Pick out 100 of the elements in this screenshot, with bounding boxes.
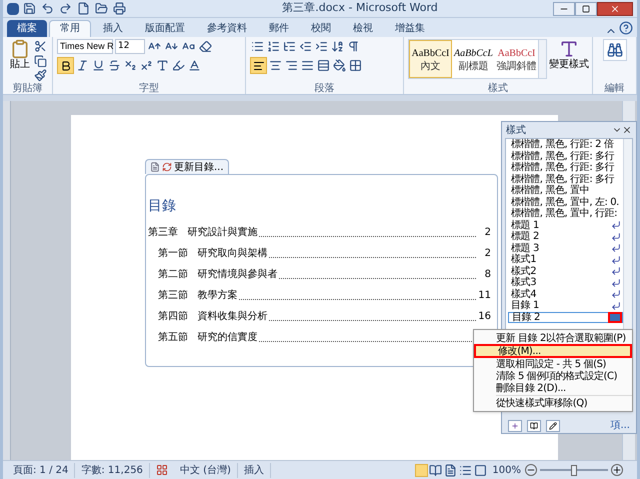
style-list-item[interactable]: 目錄 2 bbox=[508, 312, 623, 323]
file-tab[interactable]: 檔案 bbox=[7, 20, 47, 37]
menu-item[interactable]: 修改(M)... bbox=[474, 344, 632, 358]
refresh-icon bbox=[162, 162, 172, 172]
style-dropdown-button[interactable] bbox=[608, 312, 622, 323]
style-list-item[interactable]: 標題 2 bbox=[508, 231, 623, 242]
justify-icon[interactable] bbox=[301, 59, 314, 72]
style-list-item[interactable]: 目錄 1 bbox=[508, 300, 623, 312]
language-status[interactable]: 中文 (台灣) bbox=[174, 462, 238, 478]
close-icon[interactable] bbox=[610, 4, 620, 14]
print-icon[interactable] bbox=[113, 2, 126, 15]
align-center-icon[interactable] bbox=[269, 59, 282, 72]
strikethrough-icon[interactable] bbox=[108, 59, 121, 72]
menu-item[interactable]: 更新 目錄 2以符合選取範圍(P) bbox=[474, 332, 632, 344]
style-list-item[interactable]: 標楷體, 黑色, 行距: 多行 bbox=[508, 162, 623, 174]
style-list-item[interactable]: 樣式1 bbox=[508, 254, 623, 266]
multilevel-list-icon[interactable] bbox=[283, 40, 296, 53]
folder-icon[interactable] bbox=[95, 2, 108, 15]
save-icon[interactable] bbox=[23, 2, 36, 15]
align-right-icon[interactable] bbox=[285, 59, 298, 72]
reading-view-icon[interactable] bbox=[429, 464, 442, 476]
style-gallery-item[interactable]: AaBbCcI 強調斜體 bbox=[495, 40, 538, 78]
bullets-icon[interactable] bbox=[251, 40, 264, 53]
toc-page-number: 8 bbox=[484, 268, 491, 282]
ribbon-tab[interactable]: 版面配置 bbox=[135, 20, 195, 37]
toc-page-number: 2 bbox=[484, 247, 491, 261]
toc-entry-text: 第二節 研究情境與參與者 bbox=[158, 268, 278, 282]
numbering-icon[interactable] bbox=[267, 40, 280, 53]
sort-icon[interactable] bbox=[331, 40, 344, 53]
word-count[interactable]: 字數: 11,256 bbox=[75, 462, 150, 478]
pencil-icon[interactable] bbox=[549, 422, 557, 430]
find-icon[interactable] bbox=[606, 42, 622, 58]
superscript-icon[interactable] bbox=[140, 59, 153, 72]
zoom-level[interactable]: 100% bbox=[492, 462, 521, 478]
toc-entry-text: 第四節 資料收集與分析 bbox=[158, 310, 268, 324]
style-list-item[interactable]: 標楷體, 黑色, 行距: 多行 bbox=[508, 174, 623, 185]
format-painter-icon[interactable] bbox=[34, 69, 47, 82]
style-list-item[interactable]: 標題 3 bbox=[508, 242, 623, 254]
style-gallery-item[interactable]: AaBbCcL 副標題 bbox=[452, 40, 495, 78]
menu-item[interactable]: 選取相同設定 - 共 5 個(S) bbox=[474, 358, 632, 370]
ribbon-tab[interactable]: 檢視 bbox=[343, 20, 383, 37]
document-icon bbox=[150, 162, 160, 172]
options-link[interactable]: 項... bbox=[610, 420, 630, 432]
style-list-item[interactable]: 樣式2 bbox=[508, 266, 623, 277]
zoom-slider-thumb[interactable] bbox=[571, 464, 577, 476]
clear-format-icon[interactable] bbox=[199, 40, 212, 53]
cut-icon[interactable] bbox=[34, 40, 47, 53]
style-list-item[interactable]: 樣式3 bbox=[508, 277, 623, 288]
redo-icon[interactable] bbox=[59, 2, 72, 15]
gallery-scrollbar[interactable] bbox=[538, 40, 546, 78]
highlighter-icon[interactable] bbox=[172, 59, 185, 72]
update-toc-button[interactable]: 更新目錄... bbox=[145, 159, 229, 174]
style-list-item[interactable]: 標楷體, 黑色, 置中, 行距: bbox=[508, 208, 623, 220]
decrease-indent-icon[interactable] bbox=[299, 40, 312, 53]
style-list-item[interactable]: 標題 1 bbox=[508, 220, 623, 231]
italic-icon[interactable] bbox=[76, 59, 89, 72]
ribbon-tab[interactable]: 郵件 bbox=[259, 20, 299, 37]
zoom-slider[interactable] bbox=[540, 464, 608, 476]
close-icon[interactable] bbox=[622, 125, 632, 135]
insert-mode[interactable]: 插入 bbox=[238, 462, 271, 478]
undo-icon[interactable] bbox=[41, 2, 54, 15]
maximize-icon[interactable] bbox=[582, 4, 590, 12]
group-label: 樣式 bbox=[487, 83, 509, 94]
copy-icon[interactable] bbox=[34, 54, 47, 68]
outline-view-icon[interactable] bbox=[459, 464, 472, 476]
shading-icon[interactable] bbox=[333, 59, 346, 72]
toc-entry-text: 第三節 教學方案 bbox=[158, 288, 238, 303]
style-list-item[interactable]: 標楷體, 黑色, 行距: 2 倍 bbox=[508, 139, 623, 150]
group-label: 段落 bbox=[314, 83, 336, 94]
bold-icon[interactable] bbox=[60, 60, 72, 72]
ribbon-tab[interactable]: 插入 bbox=[93, 20, 133, 37]
paste-button[interactable]: 貼上 bbox=[7, 39, 33, 83]
font-name-field[interactable]: Times New R bbox=[57, 39, 113, 54]
toc-entry-text: 第一節 研究取向與架構 bbox=[158, 246, 268, 261]
style-list-item[interactable]: 標楷體, 黑色, 行距: 多行 bbox=[508, 150, 623, 162]
new-style-icon[interactable] bbox=[511, 422, 519, 430]
align-left-icon[interactable] bbox=[252, 60, 264, 72]
subscript-icon[interactable] bbox=[124, 59, 137, 72]
ribbon-tab[interactable]: 校閱 bbox=[301, 20, 341, 37]
style-list-item[interactable]: 樣式4 bbox=[508, 288, 623, 300]
style-gallery-item[interactable]: AaBbCcI 內文 bbox=[409, 40, 452, 78]
change-styles-button[interactable]: 變更樣式 bbox=[549, 39, 589, 83]
ribbon-tab[interactable]: 參考資料 bbox=[197, 20, 257, 37]
font-color-icon[interactable] bbox=[188, 59, 201, 72]
ribbon-tab[interactable]: 常用 bbox=[49, 20, 91, 37]
menu-item[interactable]: 刪除目錄 2(D)... bbox=[474, 382, 632, 394]
style-list-item[interactable]: 標楷體, 黑色, 置中, 左: 0. bbox=[508, 196, 623, 208]
borders-icon[interactable] bbox=[349, 59, 362, 72]
menu-item[interactable]: 清除 5 個例項的格式設定(C) bbox=[474, 370, 632, 382]
menu-item[interactable]: 從快速樣式庫移除(Q) bbox=[474, 397, 632, 409]
page-count[interactable]: 頁面: 1 / 24 bbox=[7, 462, 76, 478]
style-list-item[interactable]: 標楷體, 黑色, 置中 bbox=[508, 185, 623, 196]
underline-icon[interactable] bbox=[92, 59, 105, 72]
pilcrow-icon[interactable] bbox=[347, 40, 360, 53]
letters-icon bbox=[559, 39, 579, 59]
increase-indent-icon[interactable] bbox=[315, 40, 328, 53]
zoom-out-icon bbox=[525, 464, 537, 476]
new-document-icon[interactable] bbox=[77, 2, 90, 15]
ribbon-tab[interactable]: 增益集 bbox=[385, 20, 435, 37]
font-size-field[interactable]: 12 bbox=[115, 39, 145, 54]
